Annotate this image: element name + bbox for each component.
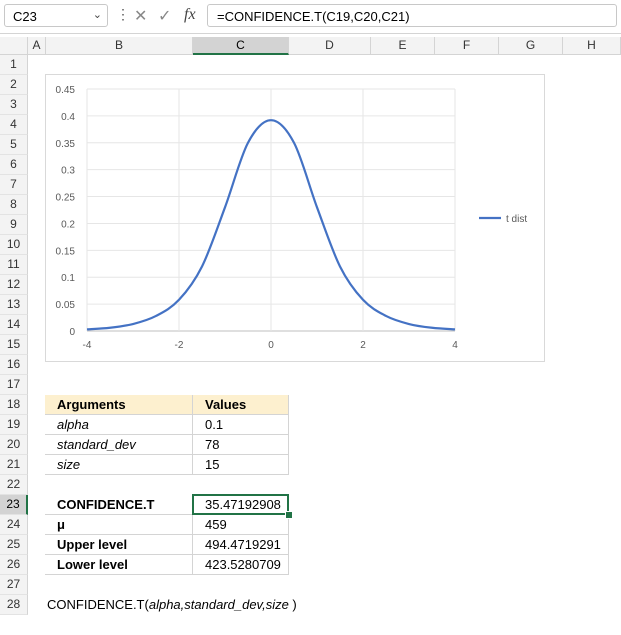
y-tick-label: 0.15 bbox=[56, 246, 76, 257]
formula-input[interactable]: =CONFIDENCE.T(C19,C20,C21) bbox=[207, 4, 617, 27]
formula-bar: C23 ⌄ ⋮ ✕ ✓ fx =CONFIDENCE.T(C19,C20,C21… bbox=[0, 0, 621, 34]
row-header-23[interactable]: 23 bbox=[0, 495, 28, 515]
legend-label: t dist bbox=[506, 214, 527, 225]
row-header-19[interactable]: 19 bbox=[0, 415, 28, 435]
result-value-mu[interactable]: 459 bbox=[193, 515, 289, 535]
row-header-10[interactable]: 10 bbox=[0, 235, 28, 255]
t-distribution-chart[interactable]: 0 0.05 0.1 0.15 0.2 0.25 0.3 0.35 0.4 0.45 -4 -2 0 2 4… bbox=[45, 74, 545, 362]
row-header-8[interactable]: 8 bbox=[0, 195, 28, 215]
y-tick-label: 0 bbox=[69, 327, 75, 338]
row-header-24[interactable]: 24 bbox=[0, 515, 28, 535]
row-header-6[interactable]: 6 bbox=[0, 155, 28, 175]
row-header-7[interactable]: 7 bbox=[0, 175, 28, 195]
row-header-5[interactable]: 5 bbox=[0, 135, 28, 155]
x-tick-label: -4 bbox=[83, 340, 92, 351]
fill-handle[interactable] bbox=[285, 511, 293, 519]
arg-value-standard-dev[interactable]: 78 bbox=[193, 435, 289, 455]
formula-text: =CONFIDENCE.T(C19,C20,C21) bbox=[217, 9, 410, 24]
x-tick-label: 2 bbox=[360, 340, 366, 351]
row-header-20[interactable]: 20 bbox=[0, 435, 28, 455]
row-header-26[interactable]: 26 bbox=[0, 555, 28, 575]
row-header-3[interactable]: 3 bbox=[0, 95, 28, 115]
y-tick-label: 0.25 bbox=[56, 193, 76, 204]
y-tick-label: 0.05 bbox=[56, 300, 76, 311]
cancel-icon[interactable]: ✕ bbox=[134, 6, 147, 26]
row-header-21[interactable]: 21 bbox=[0, 455, 28, 475]
column-header-b[interactable]: B bbox=[46, 37, 193, 55]
row-header-25[interactable]: 25 bbox=[0, 535, 28, 555]
row-header-2[interactable]: 2 bbox=[0, 75, 28, 95]
syntax-function: CONFIDENCE.T( bbox=[47, 597, 149, 612]
y-tick-label: 0.1 bbox=[61, 273, 75, 284]
row-header-4[interactable]: 4 bbox=[0, 115, 28, 135]
column-header-f[interactable]: F bbox=[435, 37, 499, 55]
y-tick-label: 0.45 bbox=[56, 85, 76, 96]
arg-name-standard-dev[interactable]: standard_dev bbox=[45, 435, 193, 455]
x-tick-label: 4 bbox=[452, 340, 458, 351]
column-header-d[interactable]: D bbox=[289, 37, 371, 55]
result-label-upper[interactable]: Upper level bbox=[45, 535, 193, 555]
result-label-mu[interactable]: μ bbox=[45, 515, 193, 535]
result-label-lower[interactable]: Lower level bbox=[45, 555, 193, 575]
row-header-11[interactable]: 11 bbox=[0, 255, 28, 275]
row-header-17[interactable]: 17 bbox=[0, 375, 28, 395]
y-tick-label: 0.4 bbox=[61, 112, 75, 123]
syntax-text[interactable]: CONFIDENCE.T(alpha,standard_dev,size ) bbox=[47, 597, 297, 612]
result-value-upper[interactable]: 494.4719291 bbox=[193, 535, 289, 555]
x-tick-label: -2 bbox=[175, 340, 184, 351]
y-tick-label: 0.2 bbox=[61, 219, 75, 230]
x-tick-label: 0 bbox=[268, 340, 274, 351]
function-icon[interactable]: fx bbox=[184, 6, 196, 24]
arg-name-size[interactable]: size bbox=[45, 455, 193, 475]
column-header-a[interactable]: A bbox=[28, 37, 46, 55]
row-header-16[interactable]: 16 bbox=[0, 355, 28, 375]
y-tick-label: 0.35 bbox=[56, 139, 76, 150]
column-header-h[interactable]: H bbox=[563, 37, 621, 55]
row-header-14[interactable]: 14 bbox=[0, 315, 28, 335]
arg-name-alpha[interactable]: alpha bbox=[45, 415, 193, 435]
row-header-18[interactable]: 18 bbox=[0, 395, 28, 415]
column-header-g[interactable]: G bbox=[499, 37, 563, 55]
arg-value-alpha[interactable]: 0.1 bbox=[193, 415, 289, 435]
active-cell-border bbox=[192, 494, 289, 515]
name-box-value: C23 bbox=[13, 9, 37, 24]
args-header-values[interactable]: Values bbox=[193, 395, 289, 415]
row-header-28[interactable]: 28 bbox=[0, 595, 28, 615]
row-header-9[interactable]: 9 bbox=[0, 215, 28, 235]
row-header-22[interactable]: 22 bbox=[0, 475, 28, 495]
chevron-down-icon[interactable]: ⌄ bbox=[93, 8, 102, 21]
row-header-1[interactable]: 1 bbox=[0, 55, 28, 75]
result-label-confidence[interactable]: CONFIDENCE.T bbox=[45, 495, 193, 515]
row-header-27[interactable]: 27 bbox=[0, 575, 28, 595]
row-header-12[interactable]: 12 bbox=[0, 275, 28, 295]
name-box[interactable]: C23 ⌄ bbox=[4, 4, 108, 27]
enter-icon[interactable]: ✓ bbox=[158, 6, 171, 26]
chart-canvas: 0 0.05 0.1 0.15 0.2 0.25 0.3 0.35 0.4 0.45 -4 -2 0 2 4… bbox=[56, 85, 528, 351]
arg-value-size[interactable]: 15 bbox=[193, 455, 289, 475]
syntax-close: ) bbox=[288, 597, 297, 612]
result-value-lower[interactable]: 423.5280709 bbox=[193, 555, 289, 575]
y-tick-label: 0.3 bbox=[61, 166, 75, 177]
column-header-c[interactable]: C bbox=[193, 37, 289, 55]
syntax-args: alpha,standard_dev,size bbox=[148, 597, 289, 612]
more-icon[interactable]: ⋮ bbox=[116, 7, 130, 21]
row-header-15[interactable]: 15 bbox=[0, 335, 28, 355]
select-all-corner[interactable] bbox=[0, 37, 28, 55]
row-header-13[interactable]: 13 bbox=[0, 295, 28, 315]
column-header-e[interactable]: E bbox=[371, 37, 435, 55]
args-header-arguments[interactable]: Arguments bbox=[45, 395, 193, 415]
